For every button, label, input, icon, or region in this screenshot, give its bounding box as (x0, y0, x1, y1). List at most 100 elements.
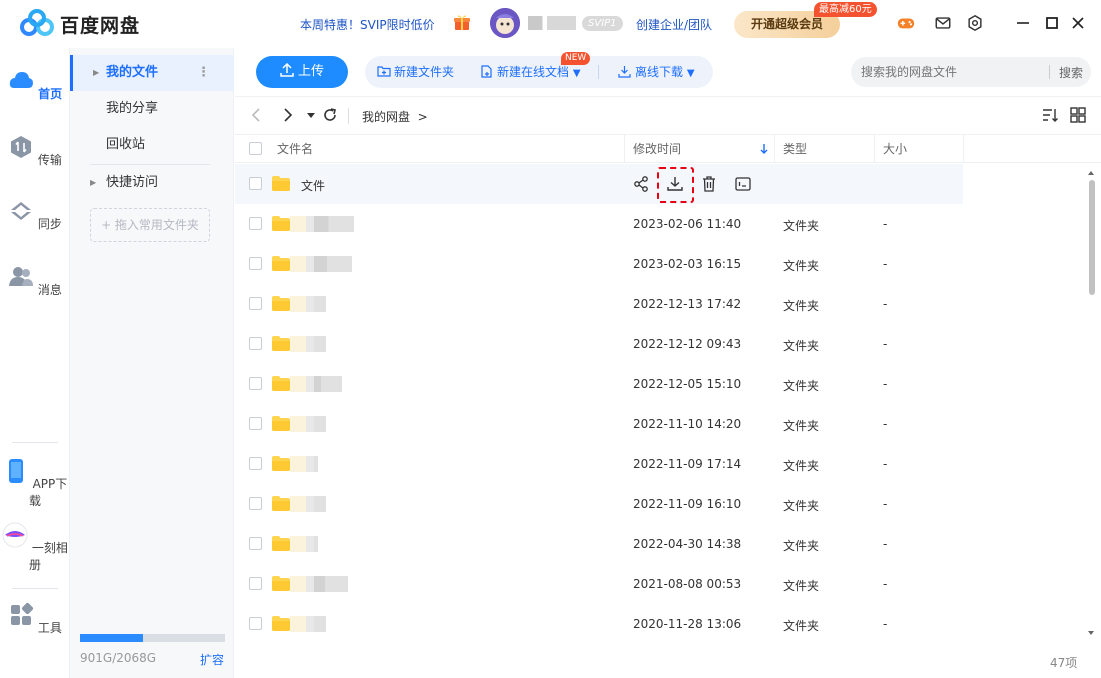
file-name-blurred[interactable] (290, 376, 342, 392)
row-checkbox[interactable] (249, 617, 262, 630)
table-row[interactable]: 2023-02-06 11:40 文件夹 - (235, 204, 1085, 244)
close-icon[interactable] (1068, 13, 1088, 33)
minimize-icon[interactable] (1013, 13, 1033, 33)
nav-app-download[interactable]: APP下载 (0, 458, 70, 509)
nav-tools[interactable]: 工具 (0, 602, 70, 636)
delete-icon[interactable] (700, 175, 718, 193)
svip-badge: SVIP1 (582, 16, 623, 31)
mail-icon[interactable] (934, 14, 952, 32)
table-row[interactable]: 2022-11-10 14:20 文件夹 - (235, 404, 1085, 444)
search-button[interactable]: 搜索 (1059, 64, 1083, 81)
sort-icon[interactable] (1041, 106, 1059, 124)
row-checkbox[interactable] (249, 497, 262, 510)
new-folder-button[interactable]: 新建文件夹 (377, 56, 454, 88)
header-name[interactable]: 文件名 (277, 135, 313, 163)
table-row[interactable]: 2020-11-28 13:06 文件夹 - (235, 604, 1085, 644)
file-name[interactable]: 文件 (301, 177, 325, 194)
row-checkbox[interactable] (249, 337, 262, 350)
file-name-blurred[interactable] (290, 416, 326, 432)
toolbar-group: 新建文件夹 新建在线文档 ▼ 离线下载 ▼ (365, 56, 713, 88)
sort-desc-icon[interactable] (759, 143, 769, 155)
row-checkbox[interactable] (249, 377, 262, 390)
download-icon[interactable] (666, 175, 684, 193)
expand-arrow-icon[interactable]: ▶ (93, 55, 99, 91)
forward-icon[interactable] (278, 106, 296, 124)
main-nav: 首页 传输 同步 消息 APP下载 一刻相册 工具 (0, 48, 70, 678)
more-actions-icon[interactable] (734, 175, 752, 193)
table-row[interactable]: 2023-02-03 16:15 文件夹 - (235, 244, 1085, 284)
select-all-checkbox[interactable] (249, 142, 262, 155)
file-mtime: 2022-11-09 17:14 (633, 457, 742, 471)
nav-app-download-label: APP下载 (28, 477, 68, 508)
file-name-blurred[interactable] (290, 536, 318, 552)
game-icon[interactable] (897, 14, 915, 32)
maximize-icon[interactable] (1042, 13, 1062, 33)
search-input[interactable] (861, 63, 1041, 81)
nav-sync[interactable]: 同步 (0, 198, 70, 232)
gift-icon[interactable] (452, 12, 472, 32)
file-name-blurred[interactable] (290, 256, 352, 272)
file-name-blurred[interactable] (290, 216, 354, 232)
table-row[interactable]: 文件 (235, 164, 963, 204)
header-size[interactable]: 大小 (883, 135, 907, 163)
upload-button[interactable]: 上传 (256, 56, 348, 88)
row-checkbox[interactable] (249, 537, 262, 550)
folder-icon (272, 216, 290, 231)
history-dropdown-icon[interactable] (302, 106, 320, 124)
nav-transfer[interactable]: 传输 (0, 134, 70, 168)
expand-storage-link[interactable]: 扩容 (200, 651, 224, 668)
sidebar-item-my-files[interactable]: ▶ 我的文件 ⋮ (70, 55, 234, 91)
file-type: 文件夹 (783, 419, 820, 433)
back-icon[interactable] (248, 106, 266, 124)
nav-album[interactable]: 一刻相册 (0, 522, 70, 573)
breadcrumb[interactable]: 我的网盘 > (362, 108, 428, 125)
folder-icon (272, 416, 290, 431)
row-checkbox[interactable] (249, 257, 262, 270)
promo-link[interactable]: 本周特惠！SVIP限时低价 (300, 16, 435, 33)
row-checkbox[interactable] (249, 577, 262, 590)
chevron-down-icon: ▼ (572, 68, 581, 79)
table-row[interactable]: 2022-11-09 16:10 文件夹 - (235, 484, 1085, 524)
scrollbar-thumb[interactable] (1089, 180, 1095, 295)
header-mtime[interactable]: 修改时间 (633, 135, 681, 163)
top-bar: 百度网盘 本周特惠！SVIP限时低价 SVIP1 创建企业/团队 开通超级会员 … (0, 0, 1101, 48)
sidebar-item-quick-access[interactable]: ▶ 快捷访问 (70, 165, 234, 201)
expand-arrow-icon[interactable]: ▶ (90, 165, 96, 201)
create-corp-link[interactable]: 创建企业/团队 (636, 16, 712, 33)
row-checkbox[interactable] (249, 297, 262, 310)
file-type: 文件夹 (783, 459, 820, 473)
settings-icon[interactable] (966, 14, 984, 32)
grid-view-icon[interactable] (1069, 106, 1087, 124)
avatar[interactable] (490, 8, 520, 38)
nav-message[interactable]: 消息 (0, 264, 70, 298)
breadcrumb-root[interactable]: 我的网盘 (362, 110, 410, 124)
drop-folder-zone[interactable]: + 拖入常用文件夹 (90, 208, 210, 242)
row-checkbox[interactable] (249, 457, 262, 470)
nav-album-label: 一刻相册 (28, 541, 68, 572)
message-icon (9, 267, 34, 286)
row-checkbox[interactable] (249, 217, 262, 230)
table-row[interactable]: 2022-12-12 09:43 文件夹 - (235, 324, 1085, 364)
table-row[interactable]: 2022-11-09 17:14 文件夹 - (235, 444, 1085, 484)
header-type[interactable]: 类型 (783, 135, 807, 163)
refresh-icon[interactable] (321, 106, 339, 124)
file-name-blurred[interactable] (290, 496, 326, 512)
row-checkbox[interactable] (249, 417, 262, 430)
file-name-blurred[interactable] (290, 576, 348, 592)
storage-text: 901G/2068G (80, 651, 157, 665)
table-row[interactable]: 2021-08-08 00:53 文件夹 - (235, 564, 1085, 604)
more-icon[interactable]: ⋮ (197, 55, 210, 91)
row-checkbox[interactable] (249, 177, 262, 190)
file-name-blurred[interactable] (290, 336, 326, 352)
table-row[interactable]: 2022-12-13 17:42 文件夹 - (235, 284, 1085, 324)
offline-download-button[interactable]: 离线下载 ▼ (618, 56, 695, 88)
file-name-blurred[interactable] (290, 296, 326, 312)
nav-home[interactable]: 首页 (0, 68, 70, 102)
sidebar-item-recycle[interactable]: 回收站 (70, 127, 234, 163)
sidebar-item-my-share[interactable]: 我的分享 (70, 91, 234, 127)
table-row[interactable]: 2022-12-05 15:10 文件夹 - (235, 364, 1085, 404)
share-icon[interactable] (632, 175, 650, 193)
file-name-blurred[interactable] (290, 456, 318, 472)
file-name-blurred[interactable] (290, 616, 326, 632)
table-row[interactable]: 2022-04-30 14:38 文件夹 - (235, 524, 1085, 564)
